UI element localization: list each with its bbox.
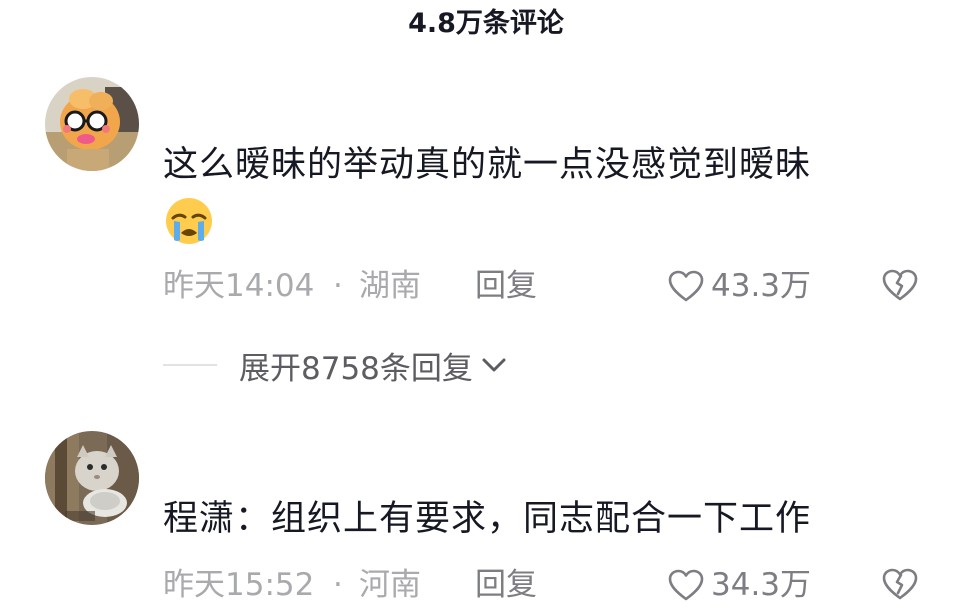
comments-count-title: 4.8万条评论	[408, 8, 564, 39]
like-count: 43.3万	[711, 268, 812, 304]
avatar[interactable]	[45, 77, 139, 171]
like-count: 34.3万	[711, 567, 812, 603]
meta-separator: ·	[333, 268, 343, 304]
expand-replies-button[interactable]: 展开8758条回复	[239, 343, 507, 388]
loudly-crying-face-icon	[163, 194, 215, 246]
comment-time: 昨天15:52	[163, 567, 315, 603]
comment-meta: 昨天14:04 · 湖南 回复 43.3万	[163, 266, 943, 306]
broken-heart-icon	[882, 568, 918, 600]
comment-body: 程潇：组织上有要求，同志配合一下工作	[163, 499, 812, 539]
expand-replies-row: 展开8758条回复	[163, 343, 507, 388]
comment-location: 河南	[359, 567, 421, 603]
like-button[interactable]: 34.3万	[667, 565, 811, 605]
reply-button[interactable]: 回复	[475, 565, 537, 605]
like-button[interactable]: 43.3万	[667, 266, 811, 306]
dislike-button[interactable]	[881, 268, 919, 312]
comment-text: 这么暧昧的举动真的就一点没感觉到暧昧	[163, 138, 923, 246]
comment-text: 程潇：组织上有要求，同志配合一下工作	[163, 492, 923, 546]
heart-outline-icon	[668, 270, 704, 302]
comment-time: 昨天14:04	[163, 268, 315, 304]
comment-body: 这么暧昧的举动真的就一点没感觉到暧昧	[163, 145, 812, 185]
broken-heart-icon	[882, 269, 918, 301]
heart-outline-icon	[668, 569, 704, 601]
comment-location: 湖南	[359, 268, 421, 304]
avatar[interactable]	[45, 431, 139, 525]
expand-divider	[163, 364, 217, 366]
reply-button[interactable]: 回复	[475, 266, 537, 306]
comment-meta: 昨天15:52 · 河南 回复 34.3万	[163, 565, 943, 605]
chevron-down-icon	[482, 358, 506, 372]
expand-replies-label: 展开8758条回复	[239, 350, 473, 387]
meta-separator: ·	[333, 567, 343, 603]
dislike-button[interactable]	[881, 567, 919, 611]
